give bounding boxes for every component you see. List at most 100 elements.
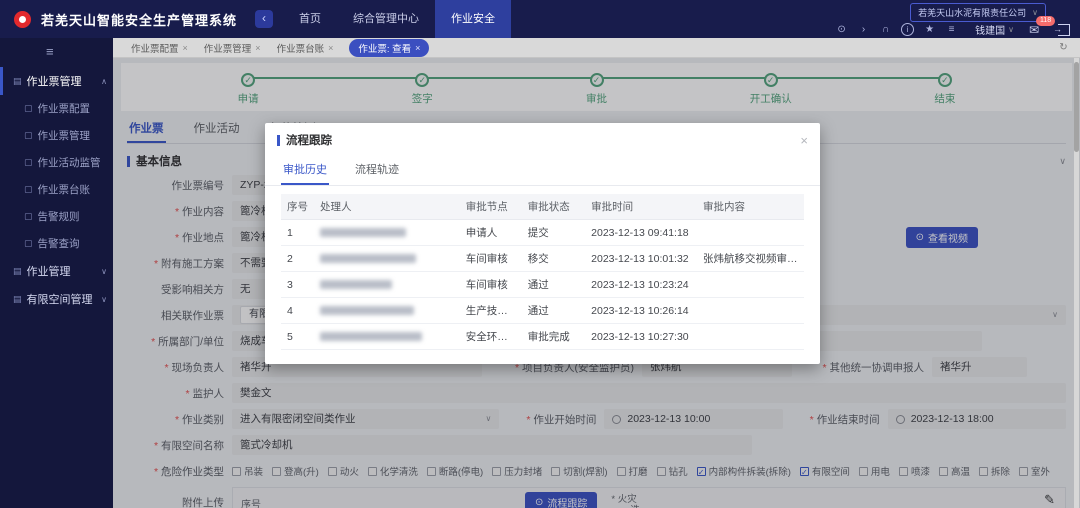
sidebar-group-2[interactable]: ▤有限空间管理∨ (0, 285, 113, 313)
nav-item-2[interactable]: 作业安全 (435, 0, 511, 38)
redacted-name (320, 280, 392, 289)
menu-icon: ▤ (13, 266, 22, 277)
sidebar-item-0-0[interactable]: ▢作业票配置 (0, 95, 113, 122)
table-header-2: 审批节点 (460, 194, 522, 220)
open-tab-2[interactable]: 作业票台账× (277, 41, 334, 55)
cell-comment (697, 298, 804, 324)
sidebar-item-label: 作业票配置 (38, 101, 91, 116)
refresh-icon[interactable]: ↻ (1057, 41, 1070, 54)
close-icon[interactable]: × (800, 133, 808, 148)
arrow-icon[interactable]: › (857, 23, 870, 36)
company-name: 若羌天山水泥有限责任公司 (918, 6, 1026, 19)
menu-icon: ▢ (24, 157, 33, 168)
main-area: 作业票配置×作业票管理×作业票台账×作业票: 查看× ↻ ✓申请✓签字✓审批✓开… (113, 38, 1080, 508)
sidebar: ≡ ▤作业票管理∧▢作业票配置▢作业票管理▢作业活动监管▢作业票台账▢告警规则▢… (0, 38, 113, 508)
sidebar-item-0-2[interactable]: ▢作业活动监管 (0, 149, 113, 176)
chevron-up-icon: ∧ (101, 77, 107, 86)
chevron-down-icon: ∨ (1032, 8, 1038, 17)
tab-close-icon[interactable]: × (255, 43, 260, 53)
cell-status: 审批完成 (522, 324, 585, 350)
sidebar-item-label: 告警规则 (38, 209, 80, 224)
sidebar-item-0-3[interactable]: ▢作业票台账 (0, 176, 113, 203)
redacted-name (320, 306, 414, 315)
redacted-name (320, 228, 406, 237)
cell-node: 车间审核 (460, 272, 522, 298)
open-tab-0[interactable]: 作业票配置 × (131, 41, 188, 55)
chevron-down-icon: ∨ (101, 267, 107, 276)
cell-node: 申请人 (460, 220, 522, 246)
cell-status: 通过 (522, 298, 585, 324)
menu-icon: ▢ (24, 238, 33, 249)
modal-tab-0[interactable]: 审批历史 (281, 157, 329, 185)
target-icon[interactable]: ⊙ (835, 23, 848, 36)
cell-no: 4 (281, 298, 314, 324)
cell-time: 2023-12-13 10:01:32 (585, 246, 697, 272)
nav-collapse-icon[interactable]: ‹ (255, 10, 273, 28)
sidebar-group-label: 作业管理 (27, 263, 97, 279)
open-tab-label: 作业票台账 (277, 41, 325, 55)
sidebar-item-label: 告警查询 (38, 236, 80, 251)
sidebar-group-1[interactable]: ▤ 作业管理 ∨ (0, 257, 113, 285)
info-icon[interactable]: i (901, 23, 914, 36)
table-header-3: 审批状态 (522, 194, 585, 220)
open-tab-label: 作业票: 查看 (358, 41, 411, 55)
cell-time: 2023-12-13 10:23:24 (585, 272, 697, 298)
company-select[interactable]: 若羌天山水泥有限责任公司 ∨ (910, 3, 1046, 22)
sidebar-item-0-5[interactable]: ▢ 告警查询 (0, 230, 113, 257)
user-name: 钱建国 (975, 22, 1005, 37)
sidebar-group-label: 作业票管理 (27, 73, 97, 89)
page-content: ✓申请✓签字✓审批✓开工确认✓结束 作业票作业活动气体检测 基本信息 ∨ 作业票… (113, 58, 1080, 508)
list-icon[interactable]: ≡ (945, 23, 958, 36)
headset-icon[interactable]: ∩ (879, 23, 892, 36)
redacted-name (320, 254, 416, 263)
open-tab-1[interactable]: 作业票管理× (204, 41, 261, 55)
scrollbar-thumb[interactable] (1074, 62, 1079, 152)
table-row: 4 生产技术科…通过2023-12-13 10:26:14 (281, 298, 804, 324)
cell-comment (697, 220, 804, 246)
cell-no: 3 (281, 272, 314, 298)
open-tab-3[interactable]: 作业票: 查看 × (349, 39, 429, 57)
mail-icon[interactable]: ✉ 118 (1029, 23, 1039, 37)
brand-logo-icon (14, 11, 31, 28)
cell-no: 1 (281, 220, 314, 246)
cell-comment (697, 324, 804, 350)
header-nav: 首页综合管理中心作业安全 (283, 0, 511, 38)
table-header-4: 审批时间 (585, 194, 697, 220)
cell-time: 2023-12-13 10:26:14 (585, 298, 697, 324)
sidebar-collapse-icon[interactable]: ≡ (0, 38, 113, 67)
open-tab-label: 作业票配置 (131, 41, 179, 55)
menu-icon: ▤ (13, 76, 22, 87)
modal-title-bar (277, 135, 280, 146)
sidebar-group-0[interactable]: ▤ 作业票管理 ∧ (0, 67, 113, 95)
star-icon[interactable]: ★ (923, 23, 936, 36)
nav-item-1[interactable]: 综合管理中心 (337, 0, 435, 38)
modal-tab-1[interactable]: 流程轨迹 (353, 157, 401, 185)
user-menu[interactable]: 钱建国 ∨ (975, 22, 1014, 37)
table-row: 1申请人提交2023-12-13 09:41:18 (281, 220, 804, 246)
menu-icon: ▤ (13, 294, 22, 305)
logout-icon[interactable]: → (1058, 24, 1070, 36)
menu-icon: ▢ (24, 130, 33, 141)
table-header-1: 处理人 (314, 194, 460, 220)
cell-time: 2023-12-13 09:41:18 (585, 220, 697, 246)
app-title: 若羌天山智能安全生产管理系统 (41, 10, 237, 29)
sidebar-item-0-1[interactable]: ▢作业票管理 (0, 122, 113, 149)
cell-handler (314, 272, 460, 298)
table-row: 5安全环保部…审批完成2023-12-13 10:27:30 (281, 324, 804, 350)
nav-item-0[interactable]: 首页 (283, 0, 337, 38)
sidebar-item-0-4[interactable]: ▢ 告警规则 (0, 203, 113, 230)
sidebar-menu: ▤作业票管理∧▢作业票配置▢作业票管理▢作业活动监管▢作业票台账▢告警规则▢告警… (0, 67, 113, 313)
menu-icon: ▢ (24, 211, 33, 222)
cell-no: 2 (281, 246, 314, 272)
content-scrollbar[interactable] (1074, 58, 1079, 508)
cell-node: 生产技术科… (460, 298, 522, 324)
table-row: 3车间审核通过2023-12-13 10:23:24 (281, 272, 804, 298)
tab-close-icon[interactable]: × (328, 43, 333, 53)
modal-title: 流程跟踪 (286, 132, 332, 148)
open-tab-label: 作业票管理 (204, 41, 252, 55)
cell-time: 2023-12-13 10:27:30 (585, 324, 697, 350)
cell-handler (314, 220, 460, 246)
tab-close-icon[interactable]: × (183, 43, 188, 53)
tab-close-icon[interactable]: × (415, 43, 420, 53)
quick-icons: ⊙ › ∩ i ★ ≡ (835, 23, 958, 36)
